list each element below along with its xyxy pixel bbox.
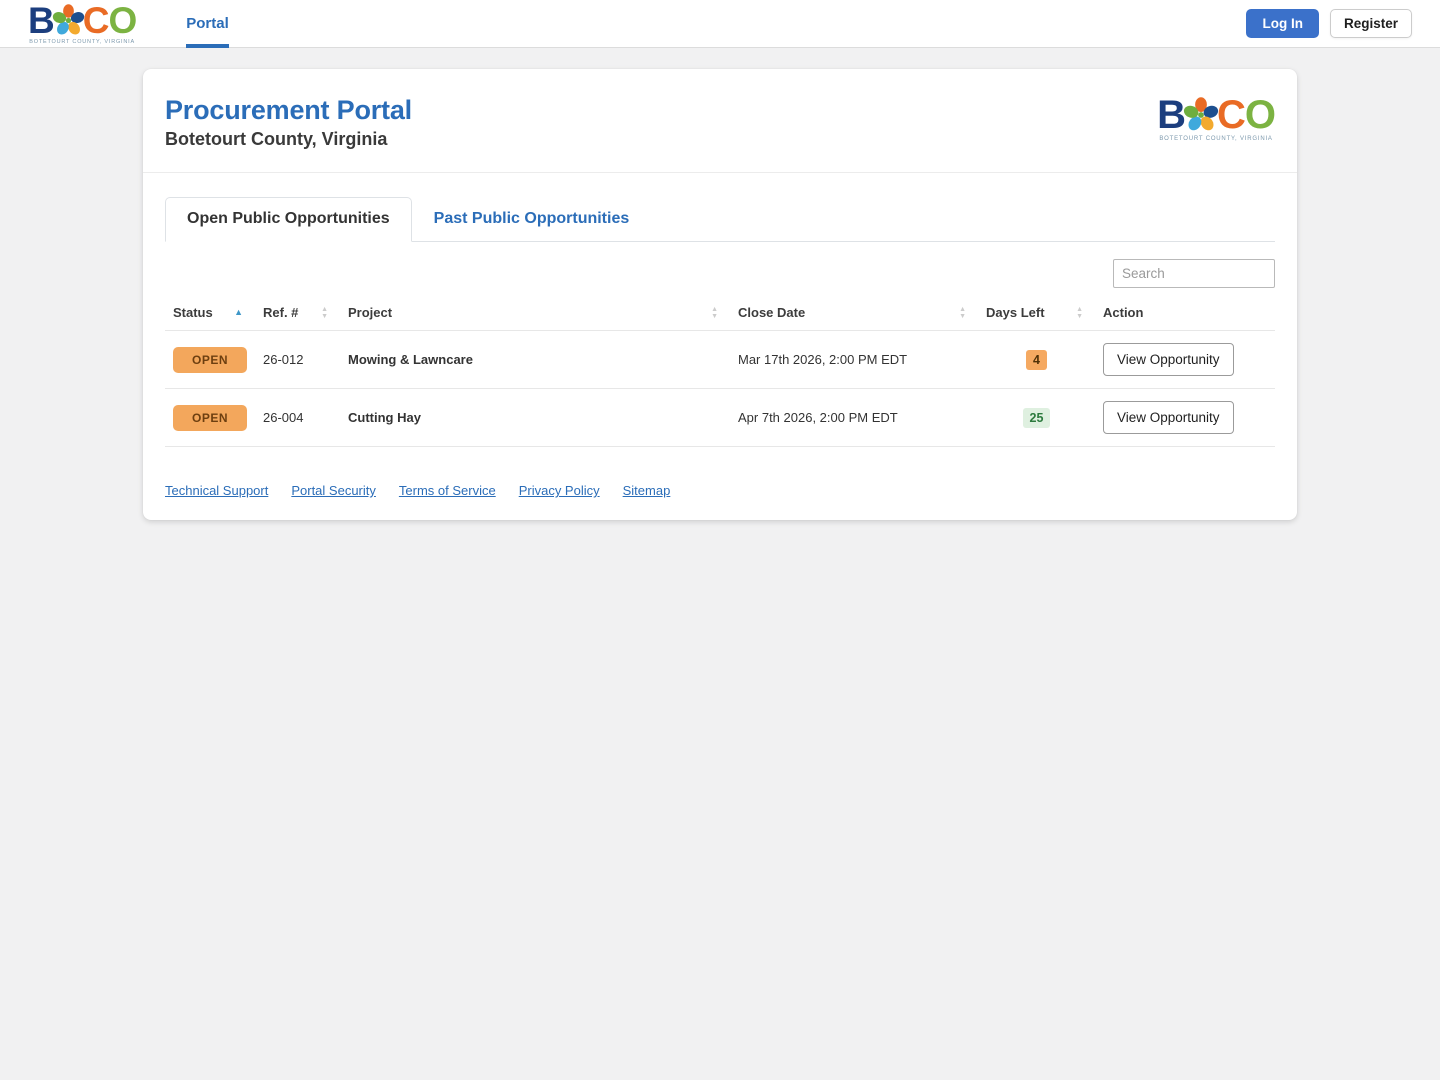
cell-close-date: Apr 7th 2026, 2:00 PM EDT <box>730 389 978 447</box>
flower-icon <box>1183 97 1219 133</box>
cell-days-left: 25 <box>978 389 1095 447</box>
link-sitemap[interactable]: Sitemap <box>623 483 671 498</box>
view-opportunity-button[interactable]: View Opportunity <box>1103 343 1234 376</box>
column-header-ref[interactable]: Ref. #▲▼ <box>255 297 340 331</box>
table-row: OPEN 26-012 Mowing & Lawncare Mar 17th 2… <box>165 331 1275 389</box>
cell-ref: 26-012 <box>255 331 340 389</box>
login-button[interactable]: Log In <box>1246 9 1319 38</box>
logo-letter-c: C <box>1217 95 1245 135</box>
link-terms-of-service[interactable]: Terms of Service <box>399 483 496 498</box>
view-opportunity-button[interactable]: View Opportunity <box>1103 401 1234 434</box>
cell-status: OPEN <box>165 331 255 389</box>
column-header-status[interactable]: Status▲ <box>165 297 255 331</box>
flower-icon <box>52 4 85 37</box>
register-button[interactable]: Register <box>1330 9 1412 38</box>
link-portal-security[interactable]: Portal Security <box>291 483 376 498</box>
logo-letter-b: B <box>28 2 54 39</box>
table-row: OPEN 26-004 Cutting Hay Apr 7th 2026, 2:… <box>165 389 1275 447</box>
procurement-portal-card: Procurement Portal Botetourt County, Vir… <box>143 69 1297 520</box>
page-subtitle: Botetourt County, Virginia <box>165 129 412 150</box>
cell-ref: 26-004 <box>255 389 340 447</box>
footer-links: Technical Support Portal Security Terms … <box>165 483 1275 498</box>
logo-tagline: BOTETOURT COUNTY, VIRGINIA <box>29 40 135 46</box>
navbar-actions: Log In Register <box>1246 9 1412 38</box>
boco-logo[interactable]: B CO BOTETOURT COUNTY, VIRGINIA <box>28 2 136 46</box>
card-header-text: Procurement Portal Botetourt County, Vir… <box>165 95 412 150</box>
cell-close-date: Mar 17th 2026, 2:00 PM EDT <box>730 331 978 389</box>
page-title: Procurement Portal <box>165 95 412 126</box>
search-input[interactable] <box>1113 259 1275 288</box>
column-header-project[interactable]: Project▲▼ <box>340 297 730 331</box>
column-header-close-date[interactable]: Close Date▲▼ <box>730 297 978 331</box>
sort-ascending-icon[interactable]: ▲ <box>234 308 243 317</box>
logo-letter-c: C <box>83 2 109 39</box>
table-header-row: Status▲ Ref. #▲▼ Project▲▼ Close Date▲▼ … <box>165 297 1275 331</box>
tab-past-public-opportunities[interactable]: Past Public Opportunities <box>412 197 652 241</box>
cell-status: OPEN <box>165 389 255 447</box>
top-navbar: B CO BOTETOURT COUNTY, VIRGINIA Portal L… <box>0 0 1440 48</box>
status-badge: OPEN <box>173 405 247 431</box>
cell-days-left: 4 <box>978 331 1095 389</box>
cell-action: View Opportunity <box>1095 331 1275 389</box>
sort-icon[interactable]: ▲▼ <box>321 306 328 320</box>
logo-letter-b: B <box>1157 95 1185 135</box>
cell-project: Mowing & Lawncare <box>340 331 730 389</box>
days-left-badge: 25 <box>1023 408 1051 428</box>
opportunities-tabs: Open Public Opportunities Past Public Op… <box>165 197 1275 242</box>
search-row <box>165 259 1275 288</box>
sort-icon[interactable]: ▲▼ <box>1076 306 1083 320</box>
sort-icon[interactable]: ▲▼ <box>959 306 966 320</box>
status-badge: OPEN <box>173 347 247 373</box>
cell-action: View Opportunity <box>1095 389 1275 447</box>
logo-tagline: BOTETOURT COUNTY, VIRGINIA <box>1159 136 1272 142</box>
card-header: Procurement Portal Botetourt County, Vir… <box>165 95 1275 150</box>
days-left-badge: 4 <box>1026 350 1047 370</box>
nav-item-portal[interactable]: Portal <box>186 0 229 48</box>
header-divider <box>143 172 1297 173</box>
cell-project: Cutting Hay <box>340 389 730 447</box>
link-technical-support[interactable]: Technical Support <box>165 483 268 498</box>
opportunities-table: Status▲ Ref. #▲▼ Project▲▼ Close Date▲▼ … <box>165 297 1275 447</box>
column-header-days-left[interactable]: Days Left▲▼ <box>978 297 1095 331</box>
column-header-action: Action <box>1095 297 1275 331</box>
logo-letter-o: O <box>108 2 136 39</box>
sort-icon[interactable]: ▲▼ <box>711 306 718 320</box>
tab-open-public-opportunities[interactable]: Open Public Opportunities <box>165 197 412 242</box>
logo-letter-o: O <box>1245 95 1275 135</box>
link-privacy-policy[interactable]: Privacy Policy <box>519 483 600 498</box>
boco-logo-card: B CO BOTETOURT COUNTY, VIRGINIA <box>1157 95 1275 142</box>
